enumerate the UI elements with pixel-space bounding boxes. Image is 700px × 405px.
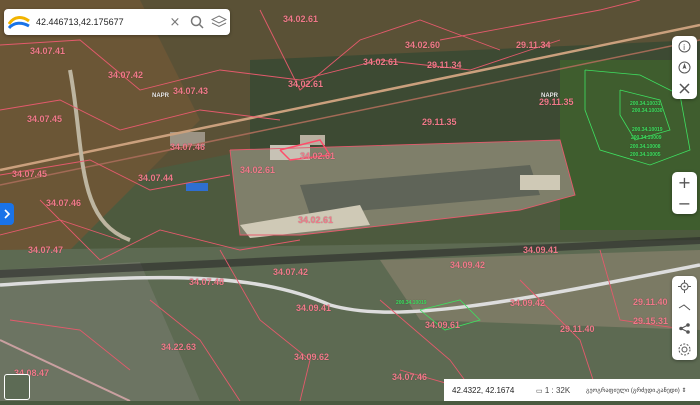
zoom-out-button[interactable]: − <box>672 193 697 214</box>
parcel-label: 34.07.46 <box>170 142 206 152</box>
top-toolbar: i <box>672 36 697 99</box>
parcel-label: 34.02.61 <box>288 79 324 89</box>
parcel-label: 34.07.42 <box>108 70 144 80</box>
parcel-label: 34.09.42 <box>450 260 486 270</box>
projection-selector[interactable]: გეოგრაფიული (გრძედი,განედი) ⇕ <box>586 387 700 394</box>
parcel-label: 29.11.35 <box>539 97 574 107</box>
chevron-right-icon <box>4 209 11 219</box>
parcel-label: 34.09.42 <box>510 298 546 308</box>
parcel-label: 34.09.62 <box>294 352 330 362</box>
parcel-label: 34.02.61 <box>298 215 334 225</box>
parcel-label: 34.07.48 <box>189 277 225 287</box>
search-bar: 42.446713,42.175677 × <box>4 9 230 35</box>
green-parcel-label: 200.34.10008 <box>630 144 661 150</box>
svg-text:i: i <box>683 43 685 52</box>
green-parcel-label: 200.34.10019 <box>632 127 663 133</box>
satellite-imagery <box>0 0 700 402</box>
parcel-label: 29.15.31 <box>633 316 669 326</box>
parcel-label: 29.11.34 <box>516 40 551 50</box>
coordinate-readout: 42.4322, 42.1674 <box>452 385 515 395</box>
parcel-label: 29.11.40 <box>633 297 668 307</box>
parcel-label: 34.09.61 <box>425 320 461 330</box>
parcel-label: 34.07.45 <box>27 114 63 124</box>
search-input[interactable]: 42.446713,42.175677 <box>34 17 164 27</box>
parcel-label: 34.02.60 <box>405 40 441 50</box>
parcel-label: 34.09.41 <box>523 245 559 255</box>
zoom-in-button[interactable]: + <box>672 172 697 193</box>
parcel-label: 34.22.63 <box>161 342 197 352</box>
basemap-switcher[interactable] <box>4 374 30 400</box>
compass-icon[interactable] <box>672 57 697 78</box>
parcel-label: 34.07.41 <box>30 46 66 56</box>
parcel-label: 34.07.47 <box>28 245 64 255</box>
info-icon[interactable]: i <box>672 36 697 57</box>
parcel-label: 34.02.61 <box>300 151 336 161</box>
parcel-label: 34.02.61 <box>363 57 399 67</box>
parcel-label: 34.07.46 <box>46 198 82 208</box>
green-parcel-label: 200.34.10009 <box>631 135 662 141</box>
map-canvas[interactable]: 34.02.61 34.02.60 29.11.34 34.07.41 34.07.42… <box>0 0 700 402</box>
measure-icon[interactable] <box>672 297 697 318</box>
tools-icon[interactable] <box>672 78 697 99</box>
expand-panel-button[interactable] <box>0 203 14 225</box>
settings-icon[interactable] <box>672 339 697 360</box>
bottom-toolbar <box>672 276 697 360</box>
parcel-label: 34.02.61 <box>240 165 276 175</box>
share-icon[interactable] <box>672 318 697 339</box>
ruler-icon: ▭ <box>536 387 543 395</box>
parcel-label: 34.07.46 <box>392 372 428 382</box>
parcel-label: NAPR <box>152 93 170 99</box>
layers-icon[interactable] <box>208 9 230 35</box>
parcel-label: 34.07.42 <box>273 267 309 277</box>
parcel-label: 34.07.45 <box>12 169 48 179</box>
green-parcel-label: 200.34.10030 <box>632 108 663 114</box>
green-parcel-label: 200.34.10005 <box>630 152 661 158</box>
chevron-updown-icon: ⇕ <box>681 387 687 394</box>
parcel-label: 29.11.35 <box>422 117 457 127</box>
search-icon[interactable] <box>186 9 208 35</box>
green-parcel-label: 200.34.10031 <box>630 101 661 107</box>
napr-logo[interactable] <box>4 9 34 35</box>
green-parcel-label: 200.34.10019 <box>396 300 427 306</box>
parcel-label: 34.07.44 <box>138 173 174 183</box>
parcel-label: 29.11.34 <box>427 60 462 70</box>
parcel-label: 34.07.43 <box>173 86 209 96</box>
scale-readout[interactable]: ▭ 1 : 32K <box>536 386 586 395</box>
clear-icon[interactable]: × <box>164 9 186 35</box>
status-bar: 42.4322, 42.1674 ▭ 1 : 32K გეოგრაფიული (… <box>444 379 700 401</box>
parcel-label: 29.11.40 <box>560 324 595 334</box>
zoom-controls: + − <box>672 172 697 214</box>
parcel-label: 34.09.41 <box>296 303 332 313</box>
locate-icon[interactable] <box>672 276 697 297</box>
parcel-label: 34.02.61 <box>283 14 319 24</box>
